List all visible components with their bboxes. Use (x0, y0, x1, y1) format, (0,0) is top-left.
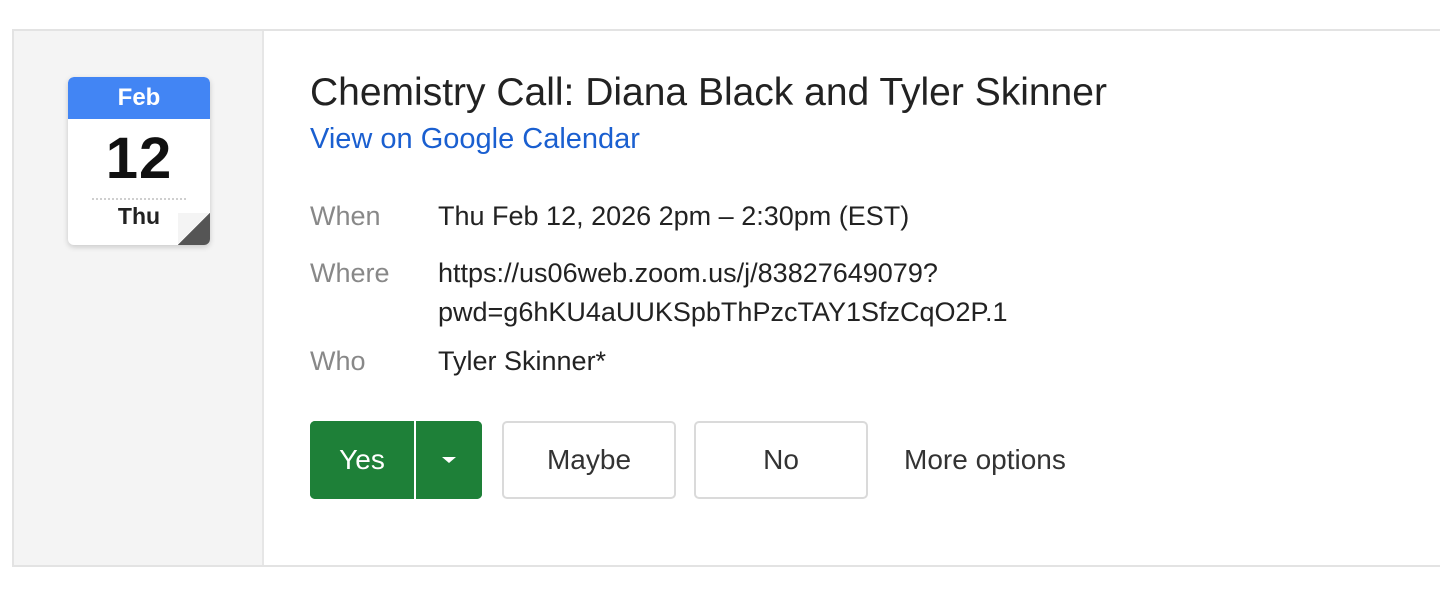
event-details: Chemistry Call: Diana Black and Tyler Sk… (264, 31, 1440, 565)
rsvp-actions: Yes Maybe No More options (310, 421, 1066, 499)
where-label: Where (310, 258, 390, 288)
who-row: Who Tyler Skinner* (310, 342, 1008, 381)
event-invitation-card: Feb 12 Thu Chemistry Call: Diana Black a… (12, 29, 1440, 567)
who-label: Who (310, 346, 366, 376)
when-row: When Thu Feb 12, 2026 2pm – 2:30pm (EST) (310, 197, 1008, 236)
when-value: Thu Feb 12, 2026 2pm – 2:30pm (EST) (438, 201, 910, 231)
chevron-down-icon (442, 457, 456, 463)
yes-button[interactable]: Yes (310, 421, 414, 499)
page-curl-icon (178, 213, 210, 245)
where-url-line-1: https://us06web.zoom.us/j/83827649079? (438, 258, 938, 288)
where-url-line-2: pwd=g6hKU4aUUKSpbThPzcTAY1SfzCqO2P.1 (438, 297, 1008, 327)
no-button[interactable]: No (694, 421, 868, 499)
where-row: Where https://us06web.zoom.us/j/83827649… (310, 254, 1008, 332)
calendar-divider (92, 198, 186, 200)
when-label: When (310, 201, 381, 231)
event-info-table: When Thu Feb 12, 2026 2pm – 2:30pm (EST)… (310, 197, 1008, 399)
yes-button-group: Yes (310, 421, 482, 499)
event-title: Chemistry Call: Diana Black and Tyler Sk… (310, 71, 1107, 114)
maybe-button[interactable]: Maybe (502, 421, 676, 499)
where-value: https://us06web.zoom.us/j/83827649079? p… (438, 254, 1008, 332)
yes-dropdown-button[interactable] (414, 421, 482, 499)
calendar-icon: Feb 12 Thu (68, 77, 210, 245)
view-on-google-calendar-link[interactable]: View on Google Calendar (310, 123, 640, 156)
who-value: Tyler Skinner* (438, 346, 607, 376)
calendar-day: 12 (105, 126, 173, 191)
calendar-month: Feb (68, 77, 210, 119)
calendar-icon-panel: Feb 12 Thu (14, 31, 264, 565)
more-options-link[interactable]: More options (904, 444, 1066, 476)
